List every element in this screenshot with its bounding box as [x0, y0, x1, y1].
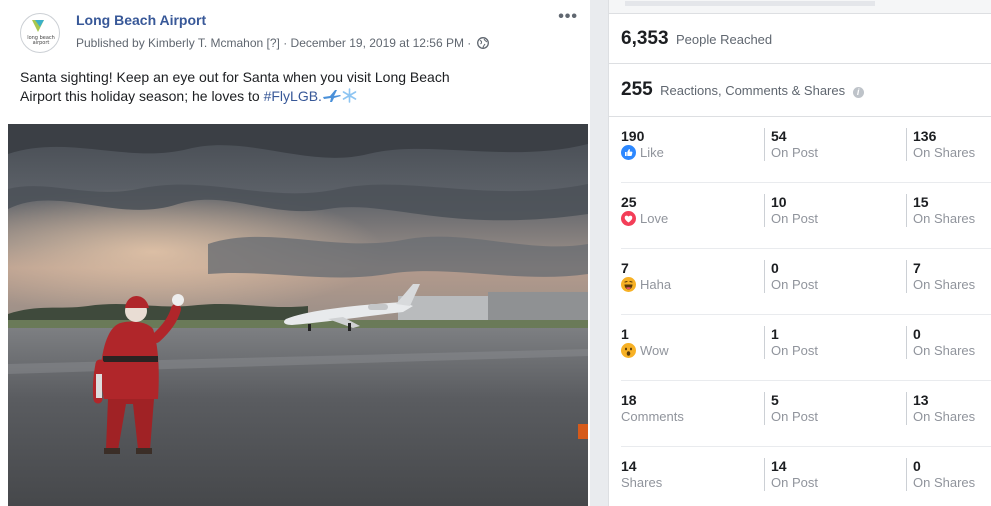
- love-on-shares-cell: 15 On Shares: [906, 194, 975, 227]
- comments-on-shares-value: 13: [913, 392, 929, 408]
- comments-total-cell: 18 Comments: [621, 392, 684, 425]
- love-on-post-value: 10: [771, 194, 787, 210]
- post-meta: Published by Kimberly T. Mcmahon [?] · D…: [76, 36, 489, 50]
- comments-on-post-value: 5: [771, 392, 779, 408]
- more-options-button[interactable]: •••: [558, 8, 578, 26]
- on-shares-label: On Shares: [913, 145, 976, 160]
- shares-total-cell: 14 Shares: [621, 458, 662, 491]
- love-total: 25: [621, 194, 637, 210]
- page-name-link[interactable]: Long Beach Airport: [76, 12, 206, 28]
- shares-total: 14: [621, 458, 637, 474]
- like-on-post-value: 54: [771, 128, 787, 144]
- people-reached-label: People Reached: [676, 32, 773, 47]
- post-photo[interactable]: [8, 124, 588, 506]
- like-total: 190: [621, 128, 645, 144]
- on-post-label: On Post: [771, 475, 818, 490]
- engagement-value: 255: [621, 79, 653, 100]
- engagement-stat: 255 Reactions, Comments & Shares i: [621, 79, 864, 101]
- comments-on-shares-cell: 13 On Shares: [906, 392, 975, 425]
- post-text-line-1: Santa sighting! Keep an eye out for Sant…: [20, 69, 450, 85]
- like-label-wrap: Like: [621, 144, 664, 161]
- love-on-post-cell: 10 On Post: [764, 194, 818, 227]
- wow-total-cell: 1 Wow: [621, 326, 669, 359]
- people-reached-stat: 6,353 People Reached: [621, 28, 772, 50]
- hashtag-link[interactable]: #FlyLGB.: [264, 88, 322, 104]
- like-label: Like: [640, 145, 664, 160]
- haha-on-post-cell: 0 On Post: [764, 260, 818, 293]
- published-by-text: Published by Kimberly T. Mcmahon [?] · D…: [76, 36, 472, 50]
- post-message: Santa sighting! Keep an eye out for Sant…: [20, 68, 560, 106]
- facebook-post-insights-view: long beach airport Long Beach Airport Pu…: [0, 0, 991, 506]
- love-label-wrap: Love: [621, 210, 668, 227]
- page-avatar[interactable]: long beach airport: [20, 13, 60, 53]
- wow-label: Wow: [640, 343, 669, 358]
- on-shares-label: On Shares: [913, 343, 976, 358]
- comments-label: Comments: [621, 409, 684, 424]
- haha-icon: [621, 277, 636, 292]
- shares-label: Shares: [621, 475, 663, 490]
- on-post-label: On Post: [771, 211, 818, 226]
- engagement-label: Reactions, Comments & Shares: [660, 83, 846, 98]
- info-icon[interactable]: i: [852, 87, 864, 98]
- comments-row: 18 Comments 5 On Post 13 On Shares: [609, 381, 991, 447]
- wow-total: 1: [621, 326, 629, 342]
- haha-label-wrap: Haha: [621, 276, 671, 293]
- haha-on-post-value: 0: [771, 260, 779, 276]
- love-on-shares-value: 15: [913, 194, 929, 210]
- airplane-emoji-icon: [322, 90, 341, 102]
- post-text-line-2: Airport this holiday season; he loves to…: [20, 87, 560, 106]
- like-total-cell: 190 Like: [621, 128, 664, 161]
- on-post-label: On Post: [771, 145, 818, 160]
- shares-on-shares-value: 0: [913, 458, 921, 474]
- comments-total: 18: [621, 392, 637, 408]
- like-on-post-cell: 54 On Post: [764, 128, 818, 161]
- avatar-text: long beach airport: [27, 35, 55, 46]
- wow-on-shares-cell: 0 On Shares: [906, 326, 975, 359]
- airport-logo-icon: [32, 20, 44, 32]
- post-insights-panel: 6,353 People Reached 255 Reactions, Comm…: [608, 0, 991, 506]
- haha-label: Haha: [640, 277, 672, 292]
- post-text-line-2-prefix: Airport this holiday season; he loves to: [20, 88, 264, 104]
- insights-top-bar: [609, 0, 991, 14]
- wow-on-post-value: 1: [771, 326, 779, 342]
- wow-label-wrap: Wow: [621, 342, 669, 359]
- wow-on-post-cell: 1 On Post: [764, 326, 818, 359]
- santa-waving-at-airplane-photo: [8, 124, 588, 506]
- wow-on-shares-value: 0: [913, 326, 921, 342]
- on-post-label: On Post: [771, 343, 818, 358]
- shares-row: 14 Shares 14 On Post 0 On Shares: [609, 447, 991, 506]
- on-shares-label: On Shares: [913, 277, 976, 292]
- haha-on-shares-cell: 7 On Shares: [906, 260, 975, 293]
- like-icon: [621, 145, 636, 160]
- haha-on-shares-value: 7: [913, 260, 921, 276]
- haha-total: 7: [621, 260, 629, 276]
- snowflake-emoji-icon: [342, 88, 357, 103]
- reaction-row-like: 190 Like 54 On Post 136 On Shares: [609, 117, 991, 183]
- love-icon: [621, 211, 636, 226]
- on-shares-label: On Shares: [913, 211, 976, 226]
- faded-header: [625, 1, 875, 6]
- wow-icon: [621, 343, 636, 358]
- shares-on-shares-cell: 0 On Shares: [906, 458, 975, 491]
- on-post-label: On Post: [771, 409, 818, 424]
- on-shares-label: On Shares: [913, 475, 976, 490]
- divider: [609, 63, 991, 64]
- on-shares-label: On Shares: [913, 409, 976, 424]
- people-reached-value: 6,353: [621, 28, 669, 49]
- haha-total-cell: 7 Haha: [621, 260, 671, 293]
- globe-icon: [476, 37, 489, 49]
- post-header: long beach airport Long Beach Airport Pu…: [20, 8, 580, 56]
- reaction-row-love: 25 Love 10 On Post 15 On Shares: [609, 183, 991, 249]
- post-card: long beach airport Long Beach Airport Pu…: [0, 0, 590, 506]
- like-on-shares-cell: 136 On Shares: [906, 128, 975, 161]
- comments-on-post-cell: 5 On Post: [764, 392, 818, 425]
- love-total-cell: 25 Love: [621, 194, 668, 227]
- shares-on-post-value: 14: [771, 458, 787, 474]
- on-post-label: On Post: [771, 277, 818, 292]
- love-label: Love: [640, 211, 669, 226]
- reaction-row-haha: 7 Haha 0 On Post 7 On Shares: [609, 249, 991, 315]
- reaction-row-wow: 1 Wow 1 On Post 0 On Shares: [609, 315, 991, 381]
- like-on-shares-value: 136: [913, 128, 937, 144]
- shares-on-post-cell: 14 On Post: [764, 458, 818, 491]
